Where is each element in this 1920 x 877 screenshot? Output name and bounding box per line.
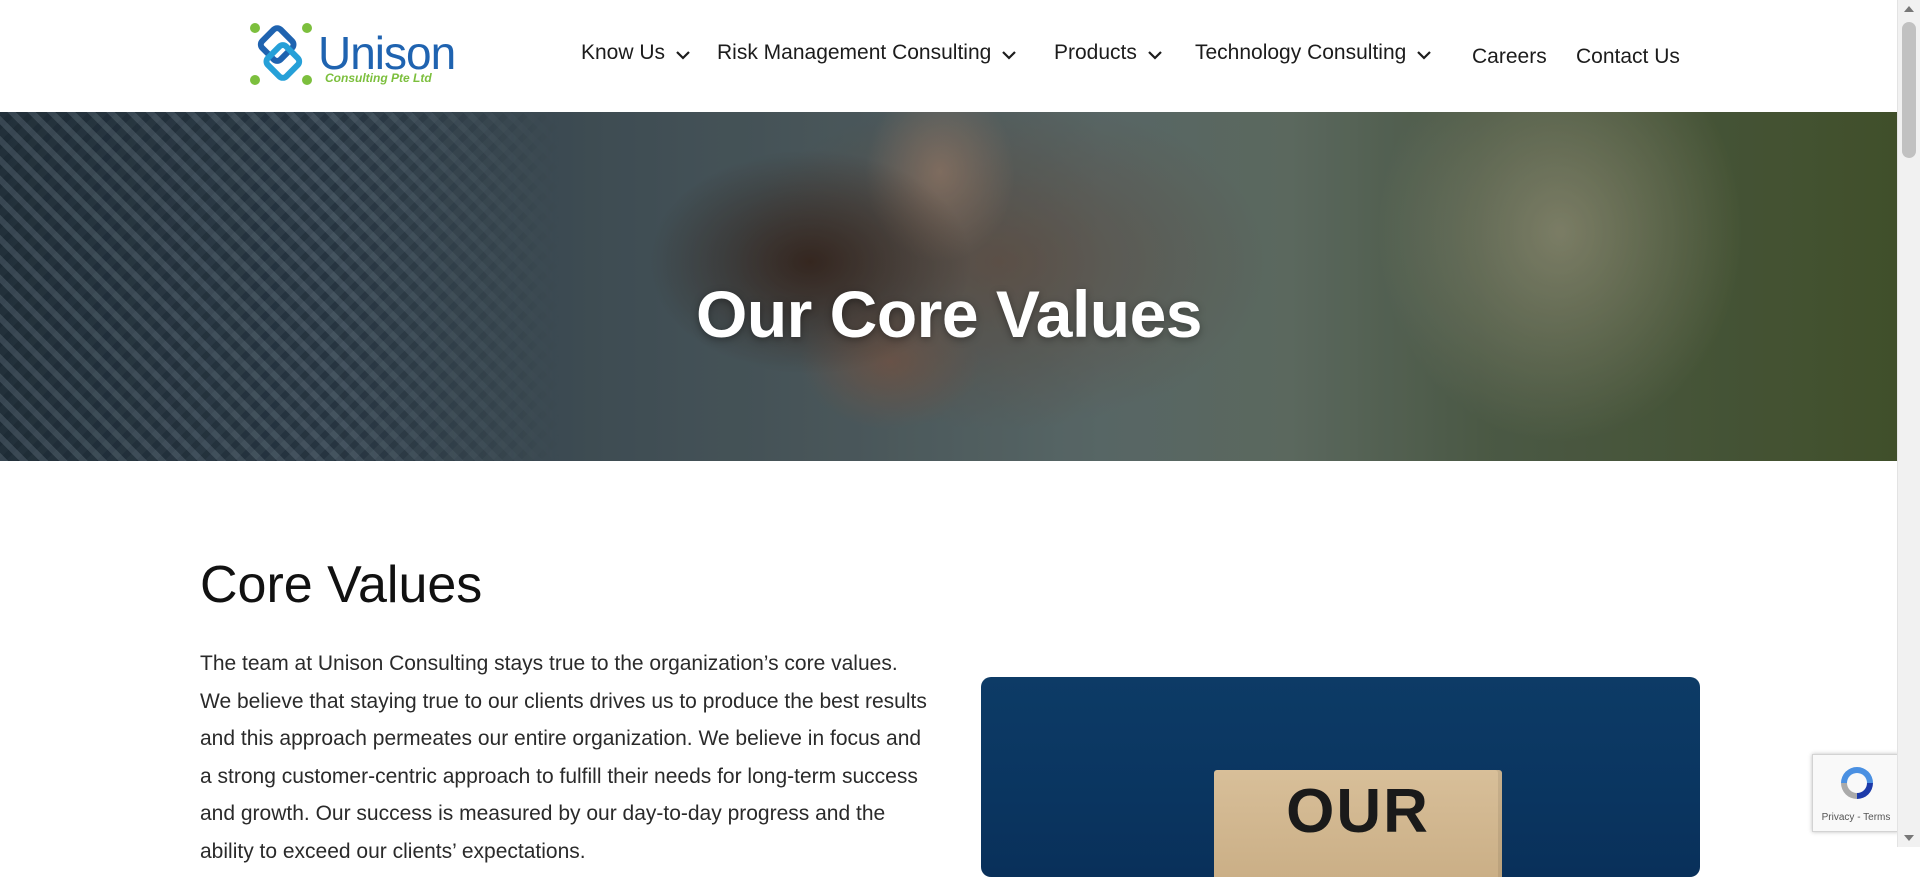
wooden-block-text: OUR	[1286, 777, 1430, 846]
scroll-down-arrow-icon[interactable]	[1904, 835, 1914, 841]
nav-item-label: Technology Consulting	[1195, 41, 1407, 64]
recaptcha-icon	[1841, 767, 1873, 799]
nav-item-products[interactable]: Products	[1054, 38, 1163, 68]
hero-banner: Our Core Values	[0, 112, 1898, 461]
nav-item-label: Contact Us	[1576, 45, 1680, 68]
nav-item-technology-consulting[interactable]: Technology Consulting	[1195, 38, 1432, 68]
recaptcha-badge[interactable]: Privacy - Terms	[1812, 754, 1899, 832]
nav-item-label: Careers	[1472, 45, 1547, 68]
main-navigation: Know Us Risk Management Consulting Produ…	[0, 0, 1898, 112]
section-title: Core Values	[200, 556, 483, 614]
hero-title: Our Core Values	[695, 277, 1203, 352]
scroll-up-arrow-icon[interactable]	[1904, 6, 1914, 12]
recaptcha-terms-link[interactable]: Privacy - Terms	[1813, 812, 1899, 823]
chevron-down-icon	[676, 51, 690, 60]
scrollbar-thumb[interactable]	[1902, 22, 1916, 158]
nav-item-label: Know Us	[581, 41, 666, 64]
nav-item-contact-us[interactable]: Contact Us	[1576, 42, 1680, 72]
chevron-down-icon	[1148, 51, 1162, 60]
nav-item-label: Products	[1054, 41, 1137, 64]
core-values-image: OUR	[981, 677, 1700, 877]
wooden-block: OUR	[1214, 770, 1502, 877]
site-header: Unison Consulting Pte Ltd Know Us Risk M…	[0, 0, 1898, 112]
nav-item-label: Risk Management Consulting	[717, 41, 992, 64]
nav-item-risk-management-consulting[interactable]: Risk Management Consulting	[717, 38, 1017, 68]
page-scrollbar[interactable]	[1897, 0, 1920, 847]
nav-item-know-us[interactable]: Know Us	[581, 38, 691, 68]
chevron-down-icon	[1417, 51, 1432, 60]
core-values-paragraph: The team at Unison Consulting stays true…	[200, 652, 927, 863]
nav-item-careers[interactable]: Careers	[1472, 42, 1547, 72]
chevron-down-icon	[1002, 51, 1017, 60]
